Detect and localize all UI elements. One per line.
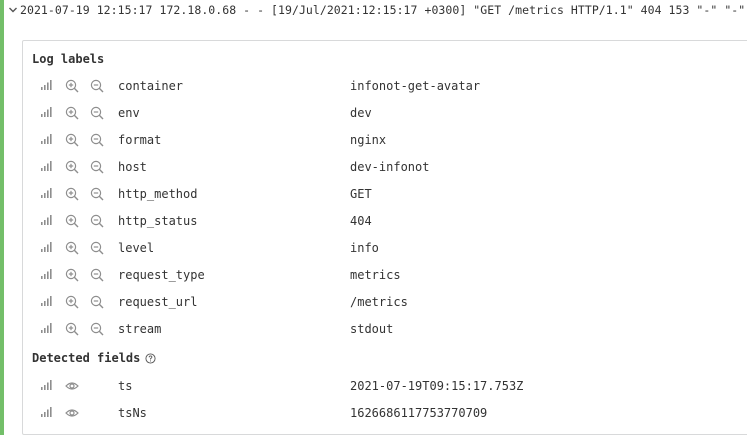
label-key: level (118, 241, 155, 255)
label-key: request_url (118, 295, 198, 309)
zoom-out-icon[interactable] (90, 79, 104, 93)
zoom-out-icon[interactable] (90, 133, 104, 147)
bar-chart-icon[interactable] (40, 79, 52, 91)
log-label-row: format nginx (23, 127, 743, 154)
label-key: stream (118, 322, 162, 336)
zoom-out-icon[interactable] (90, 295, 104, 309)
zoom-in-icon[interactable] (65, 322, 79, 336)
bar-chart-icon[interactable] (40, 379, 52, 391)
log-row[interactable]: 2021-07-19 12:15:17 172.18.0.68 - - [19/… (8, 0, 747, 20)
bar-chart-icon[interactable] (40, 241, 52, 253)
label-key: request_type (118, 268, 205, 282)
bar-chart-icon[interactable] (40, 133, 52, 145)
detected-field-row: tsNs 1626686117753770709 (23, 400, 743, 427)
zoom-in-icon[interactable] (65, 241, 79, 255)
log-label-row: host dev-infonot (23, 154, 743, 181)
zoom-out-icon[interactable] (90, 214, 104, 228)
label-value: info (350, 241, 379, 255)
bar-chart-icon[interactable] (40, 295, 52, 307)
zoom-in-icon[interactable] (65, 133, 79, 147)
eye-icon[interactable] (65, 406, 79, 420)
label-key: host (118, 160, 147, 174)
bar-chart-icon[interactable] (40, 160, 52, 172)
label-value: GET (350, 187, 372, 201)
log-labels-heading: Log labels (32, 52, 105, 66)
field-value: 2021-07-19T09:15:17.753Z (350, 379, 524, 393)
zoom-in-icon[interactable] (65, 214, 79, 228)
bar-chart-icon[interactable] (40, 322, 52, 334)
log-label-row: request_type metrics (23, 262, 743, 289)
question-circle-icon[interactable] (145, 352, 156, 364)
log-label-row: request_url/metrics (23, 289, 743, 316)
label-key: container (118, 79, 184, 93)
label-key: env (118, 106, 140, 120)
field-key: tsNs (118, 406, 147, 420)
field-key: ts (118, 379, 133, 393)
label-value: /metrics (350, 295, 408, 309)
zoom-in-icon[interactable] (65, 160, 79, 174)
bar-chart-icon[interactable] (40, 187, 52, 199)
label-value: infonot-get-avatar (350, 79, 481, 93)
zoom-in-icon[interactable] (65, 79, 79, 93)
log-label-row: env dev (23, 100, 743, 127)
log-line-text: 2021-07-19 12:15:17 172.18.0.68 - - [19/… (20, 3, 747, 17)
log-details-panel: Log labels container infonot-get-avatar en… (22, 40, 747, 435)
label-key: format (118, 133, 162, 147)
detected-fields-heading: Detected fields (32, 351, 156, 365)
label-value: dev-infonot (350, 160, 430, 174)
bar-chart-icon[interactable] (40, 406, 52, 418)
log-label-row: container infonot-get-avatar (23, 73, 743, 100)
label-value: nginx (350, 133, 387, 147)
log-label-row: level info (23, 235, 743, 262)
bar-chart-icon[interactable] (40, 268, 52, 280)
zoom-in-icon[interactable] (65, 106, 79, 120)
zoom-out-icon[interactable] (90, 106, 104, 120)
label-key: http_method (118, 187, 198, 201)
zoom-out-icon[interactable] (90, 241, 104, 255)
zoom-in-icon[interactable] (65, 187, 79, 201)
detected-field-row: ts 2021-07-19T09:15:17.753Z (23, 373, 743, 400)
bar-chart-icon[interactable] (40, 106, 52, 118)
label-value: metrics (350, 268, 401, 282)
zoom-out-icon[interactable] (90, 268, 104, 282)
log-level-indicator (0, 0, 4, 435)
label-value: 404 (350, 214, 372, 228)
field-value: 1626686117753770709 (350, 406, 488, 420)
zoom-out-icon[interactable] (90, 187, 104, 201)
zoom-out-icon[interactable] (90, 322, 104, 336)
zoom-in-icon[interactable] (65, 268, 79, 282)
bar-chart-icon[interactable] (40, 214, 52, 226)
log-label-row: http_status 404 (23, 208, 743, 235)
chevron-down-icon[interactable] (8, 5, 18, 15)
zoom-in-icon[interactable] (65, 295, 79, 309)
label-key: http_status (118, 214, 198, 228)
label-value: stdout (350, 322, 394, 336)
zoom-out-icon[interactable] (90, 160, 104, 174)
label-value: dev (350, 106, 372, 120)
eye-icon[interactable] (65, 379, 79, 393)
log-label-row: stream stdout (23, 316, 743, 343)
log-label-row: http_method GET (23, 181, 743, 208)
